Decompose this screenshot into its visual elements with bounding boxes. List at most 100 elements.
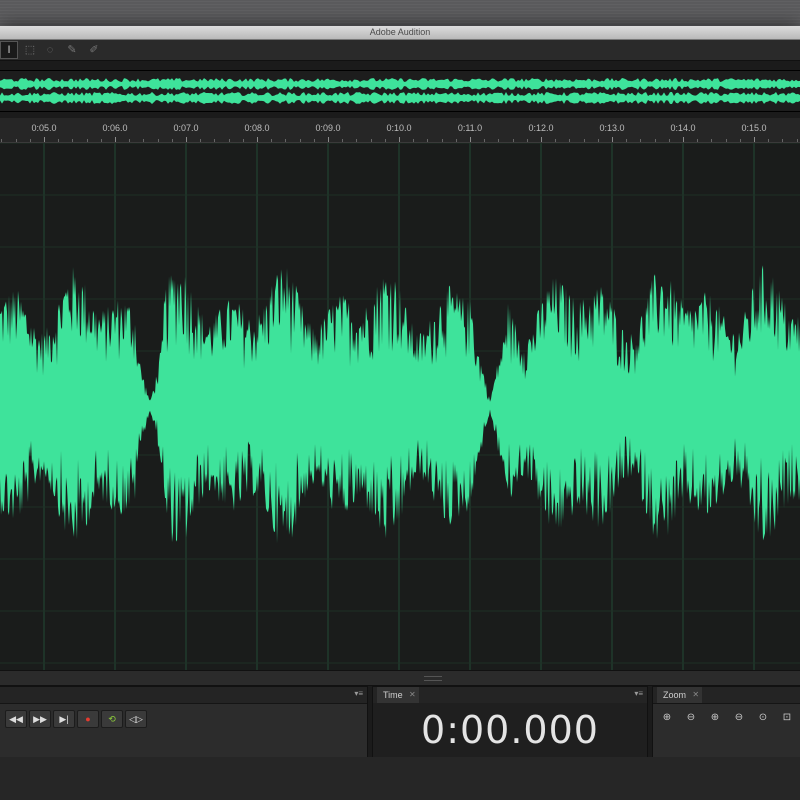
ruler-tick	[143, 139, 144, 142]
record-icon[interactable]: ●	[77, 710, 99, 728]
ruler-label: 0:13.0	[599, 123, 625, 133]
ruler-tick	[711, 139, 712, 142]
window-title: Adobe Audition	[369, 27, 431, 37]
ruler-tick	[399, 137, 400, 142]
overview-waveform	[0, 78, 800, 104]
ruler-tick	[214, 139, 215, 142]
time-selection-icon[interactable]: I	[0, 41, 18, 59]
ruler-tick	[342, 139, 343, 142]
ruler-label: 0:14.0	[670, 123, 696, 133]
waveform-overview[interactable]	[0, 70, 800, 112]
time-ruler[interactable]: 0:05.0 0:06.0 0:07.0 0:08.0 0:09.0 0:10.0 0:11…	[0, 118, 800, 143]
zoom-panel-header: Zoom ✕	[653, 687, 800, 704]
ruler-tick	[584, 139, 585, 142]
brush-select-icon[interactable]: ✎	[64, 42, 80, 58]
ruler-tick	[655, 139, 656, 142]
splitter-grip[interactable]	[424, 676, 442, 681]
ruler-tick	[427, 139, 428, 142]
ruler-label: 0:12.0	[528, 123, 554, 133]
ruler-tick	[371, 139, 372, 142]
zoom-out-time-icon[interactable]: ⊖	[729, 710, 749, 726]
zoom-panel: Zoom ✕ ⊕ ⊖ ⊕ ⊖ ⊙ ⊡	[652, 686, 800, 758]
ruler-tick	[58, 139, 59, 142]
ruler-tick	[640, 139, 641, 142]
ruler-tick	[598, 139, 599, 142]
waveform-display[interactable]	[0, 142, 800, 670]
skip-to-end-icon[interactable]: ▶|	[53, 710, 75, 728]
tab-time-label: Time	[383, 690, 403, 700]
rewind-icon[interactable]: ◀◀	[5, 710, 27, 728]
ruler-tick	[782, 139, 783, 142]
ruler-tick	[72, 139, 73, 142]
waveform-graph	[0, 142, 800, 670]
close-icon[interactable]: ✕	[692, 687, 699, 703]
tools-toolbar: I ⬚ ◌ ✎ ✐	[0, 40, 800, 61]
ruler-tick	[470, 137, 471, 142]
overview-channel-2	[0, 92, 800, 104]
zoom-selection-icon[interactable]: ⊙	[753, 710, 773, 726]
ruler-tick	[413, 139, 414, 142]
marquee-select-icon[interactable]: ⬚	[22, 42, 38, 58]
time-panel: Time ✕ ▾≡ 0:00.000	[372, 686, 648, 758]
panel-menu-icon[interactable]: ▾≡	[354, 689, 363, 698]
waveform-shape	[0, 265, 800, 544]
zoom-in-time-icon[interactable]: ⊕	[705, 710, 725, 726]
ruler-tick	[356, 139, 357, 142]
ruler-tick	[1, 139, 2, 142]
title-bar: Adobe Audition	[0, 26, 800, 40]
ruler-tick	[513, 139, 514, 142]
ruler-tick	[229, 139, 230, 142]
ruler-tick	[300, 139, 301, 142]
ruler-tick	[271, 139, 272, 142]
zoom-in-amplitude-icon[interactable]: ⊕	[657, 710, 677, 726]
ruler-label: 0:11.0	[457, 123, 483, 133]
ruler-tick	[243, 139, 244, 142]
skip-selection-icon[interactable]: ◁▷	[125, 710, 147, 728]
transport-panel: ▾≡ ◀◀ ▶▶ ▶| ● ⟲ ◁▷	[0, 686, 368, 758]
ruler-tick	[257, 137, 258, 142]
ruler-tick	[328, 137, 329, 142]
loop-icon[interactable]: ⟲	[101, 710, 123, 728]
ruler-tick	[754, 137, 755, 142]
ruler-tick	[555, 139, 556, 142]
ruler-tick	[726, 139, 727, 142]
tab-zoom[interactable]: Zoom ✕	[657, 687, 703, 703]
panel-menu-icon[interactable]: ▾≡	[634, 689, 643, 698]
time-panel-header: Time ✕ ▾≡	[373, 687, 647, 704]
panel-splitter[interactable]	[0, 670, 800, 686]
ruler-tick	[200, 139, 201, 142]
ruler-tick	[30, 139, 31, 142]
ruler-tick	[186, 137, 187, 142]
transport-panel-header: ▾≡	[0, 687, 367, 704]
tab-time[interactable]: Time ✕	[377, 687, 419, 703]
ruler-tick	[498, 139, 499, 142]
ruler-tick	[541, 137, 542, 142]
ruler-tick	[314, 139, 315, 142]
ruler-label: 0:09.0	[315, 123, 341, 133]
ruler-label: 0:15.0	[741, 123, 767, 133]
ruler-tick	[385, 139, 386, 142]
ruler-label: 0:08.0	[244, 123, 270, 133]
ruler-tick	[683, 137, 684, 142]
ruler-tick	[697, 139, 698, 142]
spot-healing-icon[interactable]: ✐	[86, 42, 102, 58]
ruler-tick	[797, 139, 798, 142]
ruler-tick	[101, 139, 102, 142]
ruler-tick	[129, 139, 130, 142]
zoom-full-icon[interactable]: ⊡	[777, 710, 797, 726]
lasso-select-icon[interactable]: ◌	[42, 42, 58, 58]
ruler-tick	[669, 139, 670, 142]
ruler-tick	[16, 139, 17, 142]
overview-channel-1	[0, 78, 800, 90]
ruler-tick	[612, 137, 613, 142]
ruler-tick	[456, 139, 457, 142]
ruler-tick	[442, 139, 443, 142]
ruler-tick	[87, 139, 88, 142]
ruler-label: 0:06.0	[102, 123, 128, 133]
ruler-tick	[626, 139, 627, 142]
close-icon[interactable]: ✕	[409, 687, 416, 703]
ruler-tick	[44, 137, 45, 142]
ruler-label: 0:07.0	[173, 123, 199, 133]
zoom-out-amplitude-icon[interactable]: ⊖	[681, 710, 701, 726]
fast-forward-icon[interactable]: ▶▶	[29, 710, 51, 728]
